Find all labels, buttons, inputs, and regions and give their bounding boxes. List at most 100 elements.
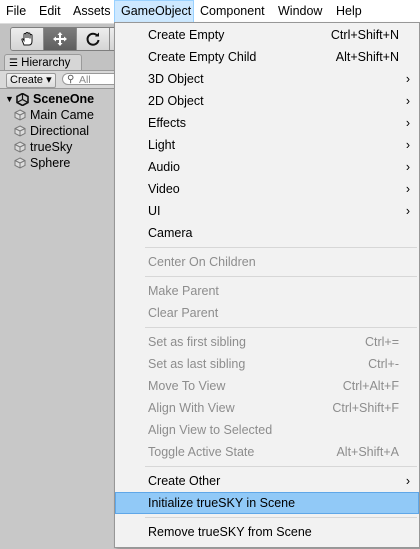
menu-item-3d-object[interactable]: 3D Object › — [115, 68, 419, 90]
transform-tools — [10, 27, 123, 51]
chevron-right-icon: › — [405, 116, 410, 130]
hierarchy-toolbar: Create ▾ ⚲ All — [0, 71, 132, 89]
create-button[interactable]: Create ▾ — [6, 73, 56, 88]
hierarchy-item[interactable]: Directional — [14, 123, 90, 139]
menu-item-align-view-to-selected[interactable]: Align View to Selected — [115, 419, 419, 441]
menu-item-camera[interactable]: Camera — [115, 222, 419, 244]
menu-item-label: Remove trueSKY from Scene — [148, 525, 312, 539]
chevron-right-icon: › — [405, 204, 410, 218]
menu-item-center-on-children[interactable]: Center On Children — [115, 251, 419, 273]
gameobject-cube-icon — [14, 157, 26, 169]
triangle-down-icon: ▼ — [5, 94, 14, 104]
menu-item-align-with-view[interactable]: Align With View Ctrl+Shift+F — [115, 397, 419, 419]
menu-item-effects[interactable]: Effects › — [115, 112, 419, 134]
menu-item-label: Toggle Active State — [148, 445, 255, 459]
move-tool-button[interactable] — [44, 28, 77, 50]
menu-item-label: Clear Parent — [148, 306, 219, 320]
hand-tool-button[interactable] — [11, 28, 44, 50]
chevron-right-icon: › — [405, 182, 410, 196]
menu-item-initialize-truesky[interactable]: Initialize trueSKY in Scene — [115, 492, 419, 514]
chevron-right-icon: › — [405, 474, 410, 488]
menu-assets[interactable]: Assets — [67, 0, 117, 23]
hierarchy-item-label: Sphere — [30, 156, 71, 170]
menu-item-label: 2D Object — [148, 94, 204, 108]
search-placeholder: All — [79, 74, 91, 86]
hierarchy-tab[interactable]: ☰ Hierarchy — [4, 54, 82, 71]
menu-item-shortcut: Ctrl+Shift+N — [330, 28, 399, 42]
menu-item-create-other[interactable]: Create Other › — [115, 470, 419, 492]
menu-item-shortcut: Alt+Shift+N — [335, 50, 399, 64]
search-icon: ⚲ — [67, 74, 75, 85]
menu-item-label: Center On Children — [148, 255, 256, 269]
hierarchy-item[interactable]: trueSky — [14, 139, 73, 155]
chevron-right-icon: › — [405, 160, 410, 174]
menu-separator — [145, 466, 417, 467]
menu-file[interactable]: File — [0, 0, 32, 23]
menu-item-ui[interactable]: UI › — [115, 200, 419, 222]
menu-component[interactable]: Component — [194, 0, 271, 23]
menu-item-set-last-sibling[interactable]: Set as last sibling Ctrl+- — [115, 353, 419, 375]
menu-item-create-empty[interactable]: Create Empty Ctrl+Shift+N — [115, 24, 419, 46]
rotate-icon — [86, 32, 100, 46]
scene-row[interactable]: ▼ SceneOne — [0, 91, 120, 107]
menu-item-label: UI — [148, 204, 161, 218]
menu-item-shortcut: Ctrl+Alt+F — [342, 379, 399, 393]
unity-logo-icon — [16, 93, 29, 106]
menu-item-label: Move To View — [148, 379, 226, 393]
menu-item-remove-truesky[interactable]: Remove trueSKY from Scene — [115, 521, 419, 543]
menu-item-clear-parent[interactable]: Clear Parent — [115, 302, 419, 324]
menu-help[interactable]: Help — [330, 0, 368, 23]
menu-item-shortcut: Ctrl+- — [368, 357, 399, 371]
menu-separator — [145, 276, 417, 277]
menu-item-label: Align With View — [148, 401, 235, 415]
menu-item-move-to-view[interactable]: Move To View Ctrl+Alt+F — [115, 375, 419, 397]
menu-item-create-empty-child[interactable]: Create Empty Child Alt+Shift+N — [115, 46, 419, 68]
menu-item-shortcut: Alt+Shift+A — [336, 445, 399, 459]
menu-gameobject[interactable]: GameObject — [114, 0, 194, 23]
menu-item-label: Video — [148, 182, 180, 196]
gameobject-cube-icon — [14, 125, 26, 137]
chevron-right-icon: › — [405, 94, 410, 108]
menu-item-label: Light — [148, 138, 176, 152]
hierarchy-item-label: Main Came — [30, 108, 94, 122]
menu-item-label: Make Parent — [148, 284, 219, 298]
hierarchy-item-label: Directional — [30, 124, 90, 138]
gameobject-cube-icon — [14, 109, 26, 121]
menu-item-video[interactable]: Video › — [115, 178, 419, 200]
hierarchy-tab-label: Hierarchy — [21, 57, 71, 69]
menu-item-2d-object[interactable]: 2D Object › — [115, 90, 419, 112]
menu-item-toggle-active-state[interactable]: Toggle Active State Alt+Shift+A — [115, 441, 419, 463]
hand-icon — [21, 31, 33, 46]
menu-item-label: Create Other — [148, 474, 221, 488]
menu-item-label: Align View to Selected — [148, 423, 273, 437]
menu-bar: File Edit Assets GameObject Component Wi… — [0, 0, 420, 24]
menu-item-shortcut: Ctrl+Shift+F — [332, 401, 399, 415]
menu-item-label: Initialize trueSKY in Scene — [148, 496, 296, 510]
gameobject-cube-icon — [14, 141, 26, 153]
menu-separator — [145, 517, 417, 518]
chevron-right-icon: › — [405, 138, 410, 152]
menu-item-light[interactable]: Light › — [115, 134, 419, 156]
menu-item-label: Set as first sibling — [148, 335, 246, 349]
menu-window[interactable]: Window — [272, 0, 328, 23]
menu-item-label: Create Empty Child — [148, 50, 257, 64]
menu-item-label: Camera — [148, 226, 193, 240]
chevron-right-icon: › — [405, 72, 410, 86]
menu-separator — [145, 247, 417, 248]
menu-item-audio[interactable]: Audio › — [115, 156, 419, 178]
menu-item-make-parent[interactable]: Make Parent — [115, 280, 419, 302]
hierarchy-item-label: trueSky — [30, 140, 73, 154]
rotate-tool-button[interactable] — [77, 28, 110, 50]
gameobject-dropdown-menu: Create Empty Ctrl+Shift+N Create Empty C… — [114, 22, 420, 548]
menu-item-label: 3D Object — [148, 72, 204, 86]
list-icon: ☰ — [9, 58, 18, 69]
menu-item-label: Audio — [148, 160, 180, 174]
move-arrows-icon — [53, 32, 67, 46]
hierarchy-item[interactable]: Main Came — [14, 107, 94, 123]
hierarchy-item[interactable]: Sphere — [14, 155, 71, 171]
menu-edit[interactable]: Edit — [33, 0, 67, 23]
menu-item-label: Set as last sibling — [148, 357, 246, 371]
menu-item-set-first-sibling[interactable]: Set as first sibling Ctrl+= — [115, 331, 419, 353]
menu-item-label: Create Empty — [148, 28, 225, 42]
scene-name: SceneOne — [33, 92, 95, 106]
